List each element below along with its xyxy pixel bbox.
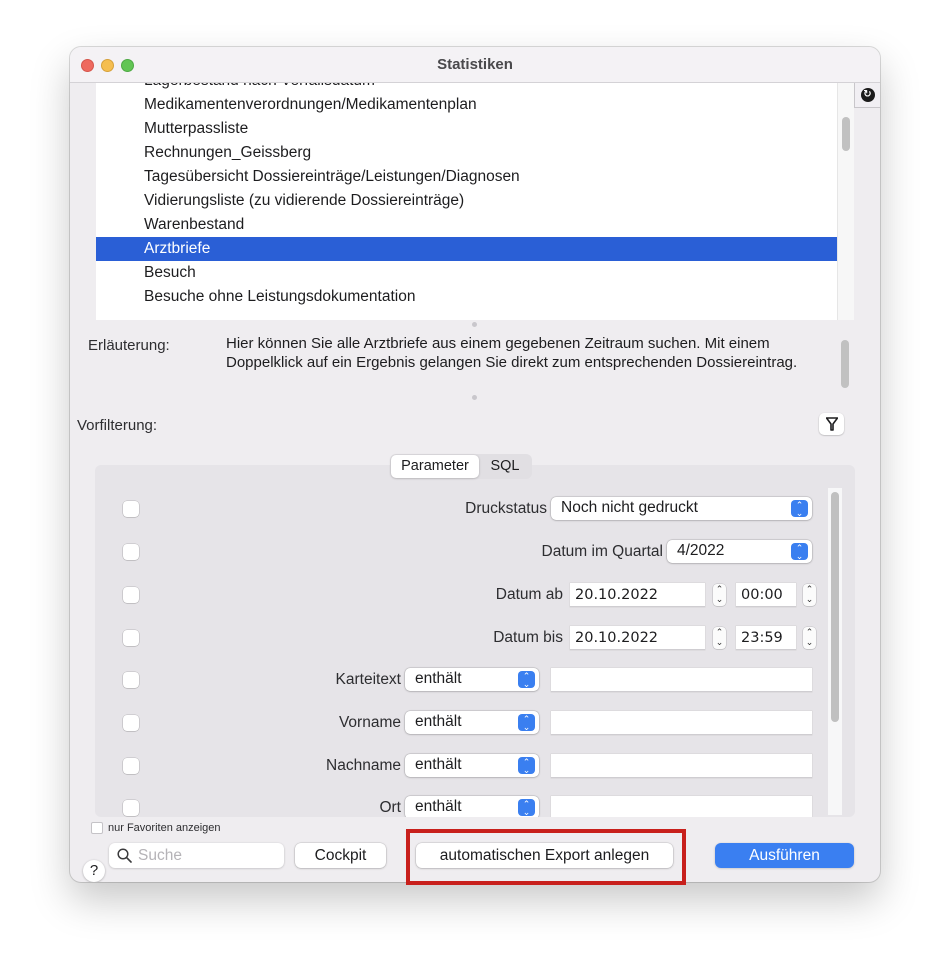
datum-bis-time-stepper[interactable]: ⌃ ⌄	[803, 627, 816, 649]
druckstatus-select[interactable]: Noch nicht gedruckt ⌃ ⌄	[551, 497, 812, 520]
report-list-item[interactable]: Tagesübersicht Dossiereinträge/Leistunge…	[96, 165, 837, 189]
chevron-updown-icon: ⌃ ⌄	[791, 543, 808, 561]
vorname-operator-value: enthält	[415, 713, 462, 730]
vorname-checkbox[interactable]	[123, 715, 139, 731]
explanation-text: Hier können Sie alle Arztbriefe aus eine…	[226, 335, 798, 371]
report-list-item[interactable]: Lagerbestand nach Verfallsdatum	[96, 83, 837, 93]
report-list-item[interactable]: Mutterpassliste	[96, 117, 837, 141]
vorname-label: Vorname	[338, 714, 401, 731]
quartal-label: Datum im Quartal	[541, 543, 663, 560]
druckstatus-value: Noch nicht gedruckt	[561, 499, 698, 516]
param-row-datum-ab: Datum ab 20.10.2022 ⌃ ⌄ 00:00 ⌃ ⌄	[95, 583, 825, 607]
filter-icon	[825, 417, 838, 431]
datum-bis-checkbox[interactable]	[123, 630, 139, 646]
help-button[interactable]: ?	[83, 860, 105, 882]
explanation-scrollbar[interactable]	[839, 335, 852, 393]
highlight-annotation-box	[406, 829, 686, 885]
explanation-label: Erläuterung:	[88, 337, 170, 354]
druckstatus-label: Druckstatus	[465, 500, 547, 517]
chevron-updown-icon: ⌃ ⌄	[791, 500, 808, 518]
param-row-karteitext: Karteitext enthält ⌃ ⌄	[95, 668, 825, 692]
karteitext-operator-select[interactable]: enthält ⌃ ⌄	[405, 668, 539, 691]
ort-operator-value: enthält	[415, 798, 462, 815]
quartal-checkbox[interactable]	[123, 544, 139, 560]
karteitext-operator-value: enthält	[415, 670, 462, 687]
parameter-scroll-thumb[interactable]	[831, 492, 839, 722]
report-list-item[interactable]: Warenbestand	[96, 213, 837, 237]
report-list-item[interactable]: Besuche ohne Leistungsdokumentation	[96, 285, 837, 309]
nachname-checkbox[interactable]	[123, 758, 139, 774]
nachname-operator-value: enthält	[415, 756, 462, 773]
param-row-druckstatus: Druckstatus Noch nicht gedruckt ⌃ ⌄	[95, 497, 825, 521]
tab-sql[interactable]: SQL	[479, 455, 531, 478]
karteitext-input[interactable]	[551, 668, 812, 692]
ort-label: Ort	[379, 799, 401, 816]
chevron-updown-icon: ⌃ ⌄	[518, 671, 535, 689]
search-input[interactable]	[138, 846, 278, 865]
param-row-datum-bis: Datum bis 20.10.2022 ⌃ ⌄ 23:59 ⌃ ⌄	[95, 626, 825, 650]
datum-ab-checkbox[interactable]	[123, 587, 139, 603]
split-handle-top[interactable]	[472, 322, 477, 327]
search-field[interactable]	[109, 843, 284, 868]
ort-operator-select[interactable]: enthält ⌃ ⌄	[405, 796, 539, 817]
chevron-updown-icon: ⌃ ⌄	[518, 757, 535, 775]
split-handle-bottom[interactable]	[472, 395, 477, 400]
datum-bis-label: Datum bis	[493, 629, 563, 646]
parameter-scrollbar[interactable]	[828, 488, 842, 815]
datum-bis-time-field[interactable]: 23:59	[736, 626, 796, 650]
search-icon	[117, 848, 132, 863]
report-list-item[interactable]: Rechnungen_Geissberg	[96, 141, 837, 165]
explanation-scroll-thumb[interactable]	[841, 340, 849, 388]
vorname-operator-select[interactable]: enthält ⌃ ⌄	[405, 711, 539, 734]
param-row-nachname: Nachname enthält ⌃ ⌄	[95, 754, 825, 778]
parameter-panel: Druckstatus Noch nicht gedruckt ⌃ ⌄ Datum…	[95, 465, 855, 817]
tab-switch: Parameter SQL	[390, 454, 532, 479]
datum-ab-label: Datum ab	[495, 586, 563, 603]
title-bar: Statistiken	[70, 47, 880, 83]
datum-ab-time-stepper[interactable]: ⌃ ⌄	[803, 584, 816, 606]
datum-bis-date-stepper[interactable]: ⌃ ⌄	[713, 627, 726, 649]
datum-ab-date-stepper[interactable]: ⌃ ⌄	[713, 584, 726, 606]
chevron-updown-icon: ⌃ ⌄	[518, 799, 535, 817]
chevron-updown-icon: ⌃ ⌄	[518, 714, 535, 732]
karteitext-checkbox[interactable]	[123, 672, 139, 688]
param-row-ort: Ort enthält ⌃ ⌄	[95, 796, 825, 817]
window-title: Statistiken	[437, 56, 513, 73]
nachname-label: Nachname	[326, 757, 401, 774]
report-list[interactable]: Lagerbestand nach Verfallsdatum Medikame…	[96, 83, 837, 320]
druckstatus-checkbox[interactable]	[123, 501, 139, 517]
ort-input[interactable]	[551, 796, 812, 817]
cockpit-button[interactable]: Cockpit	[295, 843, 386, 868]
param-row-quartal: Datum im Quartal 4/2022 ⌃ ⌄	[95, 540, 825, 564]
tab-parameter[interactable]: Parameter	[391, 455, 479, 478]
statistics-window: Statistiken Lagerbestand nach Verfallsda…	[70, 47, 880, 882]
report-list-item[interactable]: Besuch	[96, 261, 837, 285]
quartal-select[interactable]: 4/2022 ⌃ ⌄	[667, 540, 812, 563]
quartal-value: 4/2022	[677, 542, 725, 559]
karteitext-label: Karteitext	[335, 671, 401, 688]
nachname-input[interactable]	[551, 754, 812, 778]
refresh-icon: ↻	[860, 88, 875, 102]
datum-ab-date-field[interactable]: 20.10.2022	[570, 583, 705, 607]
prefilter-label: Vorfilterung:	[77, 417, 158, 434]
datum-ab-time-field[interactable]: 00:00	[736, 583, 796, 607]
report-list-scrollbar[interactable]	[837, 83, 854, 320]
ort-checkbox[interactable]	[123, 800, 139, 816]
prefilter-button[interactable]	[819, 413, 844, 435]
nachname-operator-select[interactable]: enthält ⌃ ⌄	[405, 754, 539, 777]
report-list-item[interactable]: Vidierungsliste (zu vidierende Dossierei…	[96, 189, 837, 213]
report-list-scroll-thumb[interactable]	[842, 117, 850, 151]
favorites-checkbox[interactable]	[91, 822, 103, 834]
param-row-vorname: Vorname enthält ⌃ ⌄	[95, 711, 825, 735]
vorname-input[interactable]	[551, 711, 812, 735]
run-button[interactable]: Ausführen	[715, 843, 854, 868]
report-list-item-selected[interactable]: Arztbriefe	[96, 237, 837, 261]
report-list-item[interactable]: Medikamentenverordnungen/Medikamentenpla…	[96, 93, 837, 117]
refresh-button[interactable]: ↻	[854, 83, 880, 108]
datum-bis-date-field[interactable]: 20.10.2022	[570, 626, 705, 650]
favorites-label[interactable]: nur Favoriten anzeigen	[108, 822, 221, 834]
